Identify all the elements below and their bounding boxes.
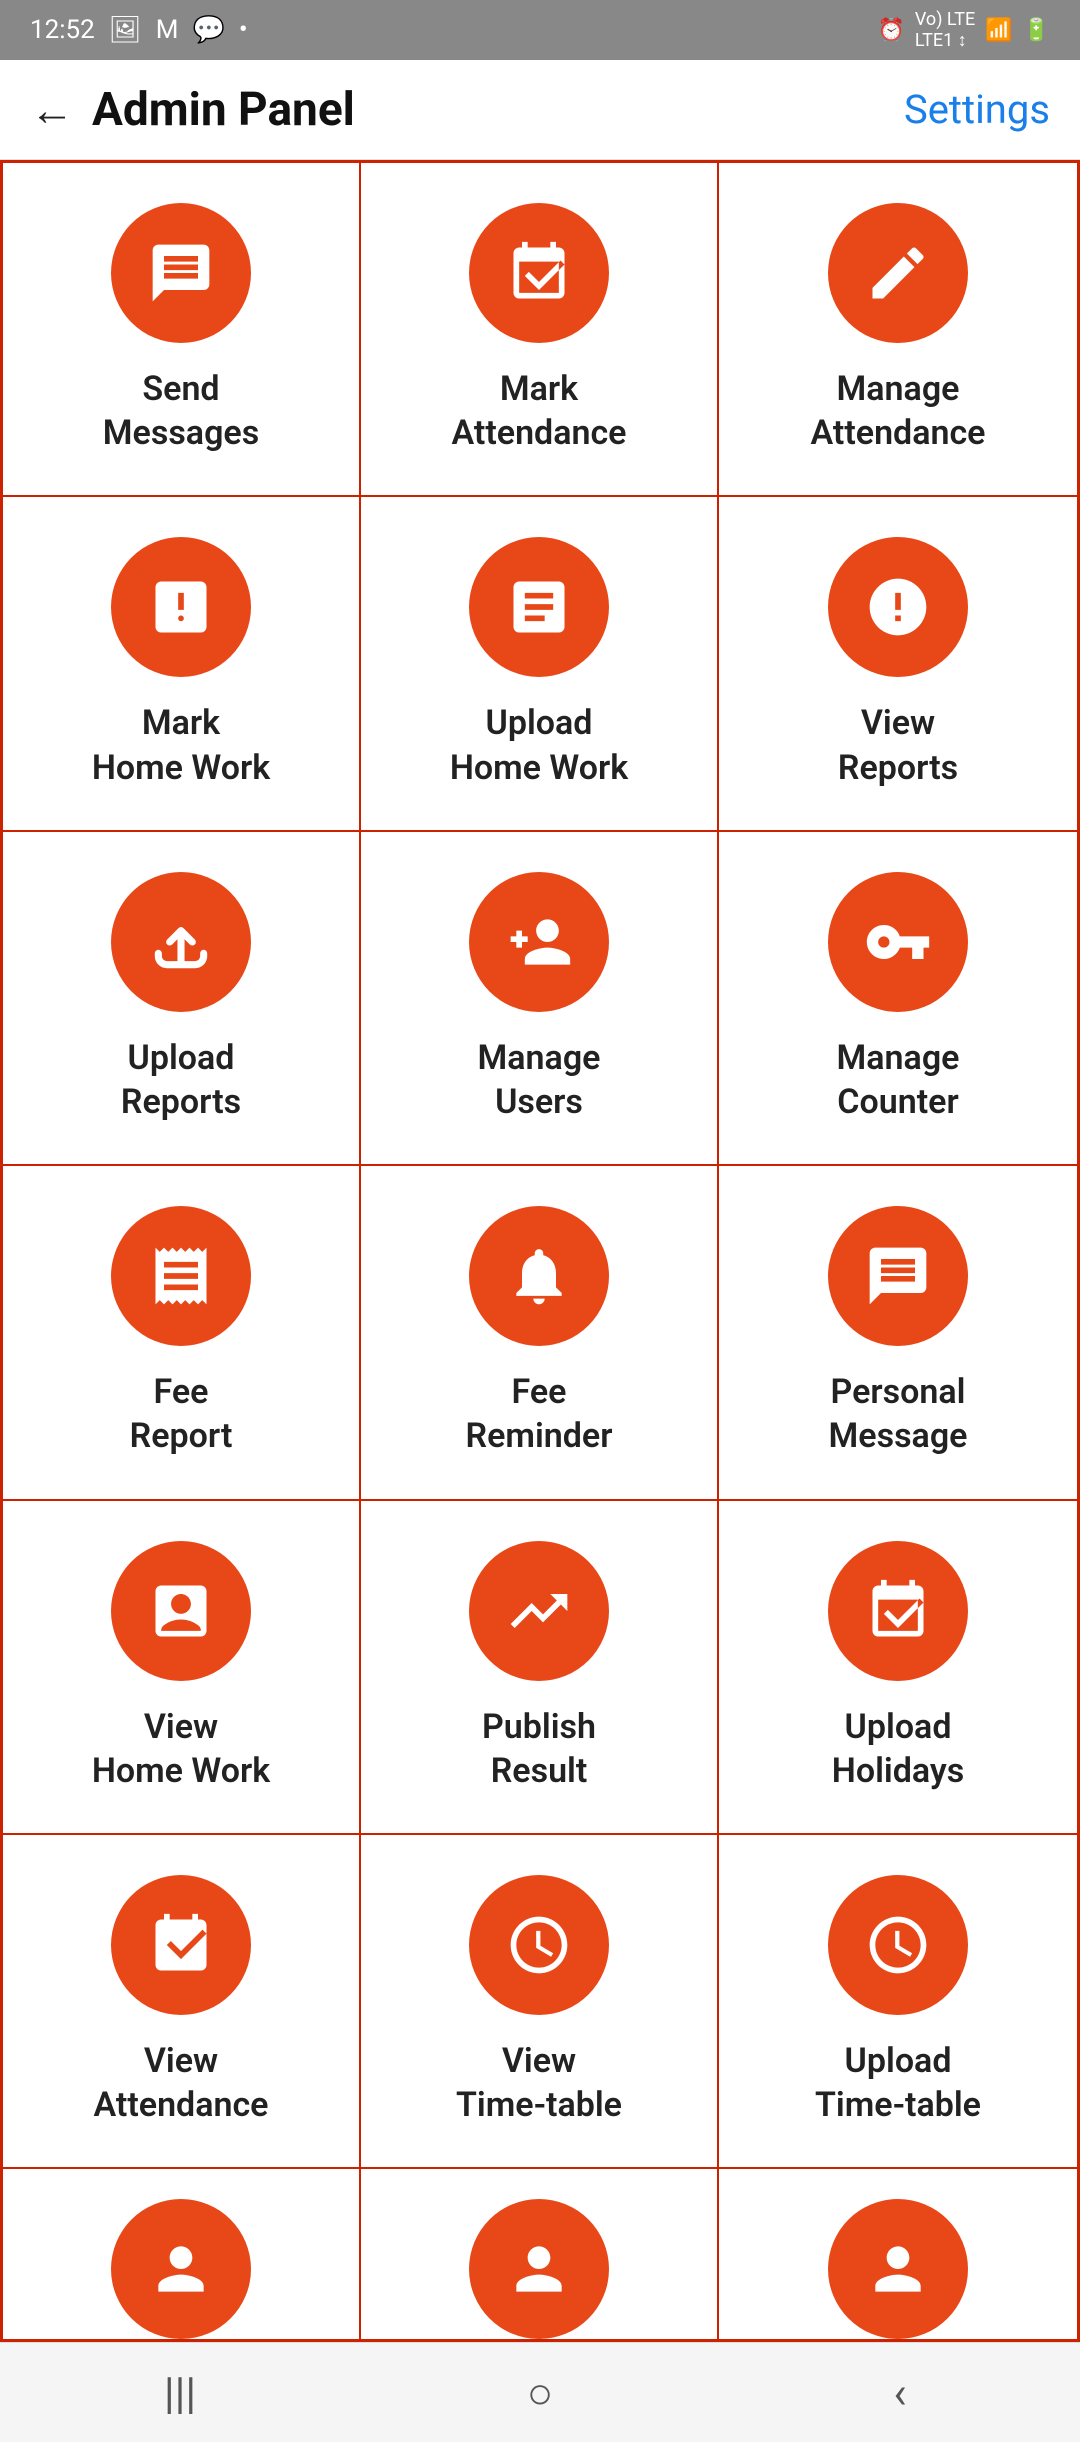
status-left: 12:52 🖼 M 💬 • bbox=[30, 15, 248, 45]
partial-row bbox=[3, 2169, 1077, 2339]
nav-home-button[interactable]: ○ bbox=[500, 2353, 580, 2433]
partial-icon-3 bbox=[828, 2199, 968, 2339]
header-left: ← Admin Panel bbox=[30, 83, 355, 137]
upload-holidays-icon bbox=[828, 1541, 968, 1681]
view-timetable-label: ViewTime-table bbox=[456, 2039, 622, 2127]
partial-item-2[interactable] bbox=[361, 2169, 719, 2339]
grid-item-manage-attendance[interactable]: ManageAttendance bbox=[719, 163, 1077, 497]
grid-item-fee-reminder[interactable]: FeeReminder bbox=[361, 1166, 719, 1500]
view-reports-label: ViewReports bbox=[838, 701, 958, 789]
gmail-icon: M bbox=[156, 15, 179, 45]
grid-item-mark-attendance[interactable]: MarkAttendance bbox=[361, 163, 719, 497]
mark-attendance-label: MarkAttendance bbox=[452, 367, 627, 455]
alarm-icon: ⏰ bbox=[877, 18, 904, 43]
partial-icon-1 bbox=[111, 2199, 251, 2339]
time-display: 12:52 bbox=[30, 15, 95, 45]
nav-recents-button[interactable]: ||| bbox=[140, 2353, 220, 2433]
manage-users-label: ManageUsers bbox=[478, 1036, 601, 1124]
view-reports-icon bbox=[828, 537, 968, 677]
fee-reminder-icon bbox=[469, 1206, 609, 1346]
personal-message-label: PersonalMessage bbox=[829, 1370, 968, 1458]
partial-item-1[interactable] bbox=[3, 2169, 361, 2339]
status-right: ⏰ Vo) LTELTE1 ↕ 📶 🔋 bbox=[877, 9, 1050, 51]
grid-item-fee-report[interactable]: FeeReport bbox=[3, 1166, 361, 1500]
view-attendance-icon bbox=[111, 1875, 251, 2015]
mark-homework-label: MarkHome Work bbox=[92, 701, 270, 789]
grid-item-publish-result[interactable]: PublishResult bbox=[361, 1501, 719, 1835]
chat-icon: 💬 bbox=[192, 15, 224, 45]
mark-homework-icon bbox=[111, 537, 251, 677]
upload-homework-icon bbox=[469, 537, 609, 677]
partial-item-3[interactable] bbox=[719, 2169, 1077, 2339]
upload-timetable-icon bbox=[828, 1875, 968, 2015]
view-timetable-icon bbox=[469, 1875, 609, 2015]
grid-item-view-homework[interactable]: ViewHome Work bbox=[3, 1501, 361, 1835]
settings-button[interactable]: Settings bbox=[904, 86, 1050, 133]
fee-reminder-label: FeeReminder bbox=[466, 1370, 613, 1458]
grid-item-view-timetable[interactable]: ViewTime-table bbox=[361, 1835, 719, 2169]
mark-attendance-icon bbox=[469, 203, 609, 343]
upload-homework-label: UploadHome Work bbox=[450, 701, 628, 789]
view-homework-label: ViewHome Work bbox=[92, 1705, 270, 1793]
manage-counter-icon bbox=[828, 872, 968, 1012]
manage-attendance-icon bbox=[828, 203, 968, 343]
view-attendance-label: ViewAttendance bbox=[94, 2039, 269, 2127]
grid-item-manage-counter[interactable]: ManageCounter bbox=[719, 832, 1077, 1166]
dot-icon: • bbox=[239, 15, 248, 45]
grid-item-manage-users[interactable]: ManageUsers bbox=[361, 832, 719, 1166]
grid-item-personal-message[interactable]: PersonalMessage bbox=[719, 1166, 1077, 1500]
grid-item-upload-timetable[interactable]: UploadTime-table bbox=[719, 1835, 1077, 2169]
manage-counter-label: ManageCounter bbox=[837, 1036, 960, 1124]
grid-item-mark-homework[interactable]: MarkHome Work bbox=[3, 497, 361, 831]
upload-holidays-label: UploadHolidays bbox=[832, 1705, 965, 1793]
grid-item-view-reports[interactable]: ViewReports bbox=[719, 497, 1077, 831]
partial-icon-2 bbox=[469, 2199, 609, 2339]
back-button[interactable]: ← bbox=[30, 84, 74, 136]
page-title: Admin Panel bbox=[92, 83, 355, 137]
nav-back-button[interactable]: ‹ bbox=[860, 2353, 940, 2433]
publish-result-icon bbox=[469, 1541, 609, 1681]
battery-icon: 🔋 bbox=[1023, 18, 1050, 43]
grid-item-upload-homework[interactable]: UploadHome Work bbox=[361, 497, 719, 831]
fee-report-label: FeeReport bbox=[130, 1370, 233, 1458]
publish-result-label: PublishResult bbox=[482, 1705, 596, 1793]
signal-icon: 📶 bbox=[985, 18, 1012, 43]
grid-item-view-attendance[interactable]: ViewAttendance bbox=[3, 1835, 361, 2169]
grid-item-upload-holidays[interactable]: UploadHolidays bbox=[719, 1501, 1077, 1835]
fee-report-icon bbox=[111, 1206, 251, 1346]
personal-message-icon bbox=[828, 1206, 968, 1346]
photo-icon: 🖼 bbox=[109, 15, 142, 45]
send-messages-label: SendMessages bbox=[103, 367, 259, 455]
upload-reports-icon bbox=[111, 872, 251, 1012]
admin-grid-container: SendMessages MarkAttendance ManageAttend… bbox=[0, 160, 1080, 2342]
lte-icon: Vo) LTELTE1 ↕ bbox=[915, 9, 975, 51]
manage-attendance-label: ManageAttendance bbox=[811, 367, 986, 455]
manage-users-icon bbox=[469, 872, 609, 1012]
admin-grid: SendMessages MarkAttendance ManageAttend… bbox=[3, 163, 1077, 2169]
app-header: ← Admin Panel Settings bbox=[0, 60, 1080, 160]
upload-timetable-label: UploadTime-table bbox=[815, 2039, 981, 2127]
bottom-nav: ||| ○ ‹ bbox=[0, 2342, 1080, 2442]
grid-item-send-messages[interactable]: SendMessages bbox=[3, 163, 361, 497]
status-bar: 12:52 🖼 M 💬 • ⏰ Vo) LTELTE1 ↕ 📶 🔋 bbox=[0, 0, 1080, 60]
view-homework-icon bbox=[111, 1541, 251, 1681]
grid-item-upload-reports[interactable]: UploadReports bbox=[3, 832, 361, 1166]
upload-reports-label: UploadReports bbox=[121, 1036, 241, 1124]
send-messages-icon bbox=[111, 203, 251, 343]
